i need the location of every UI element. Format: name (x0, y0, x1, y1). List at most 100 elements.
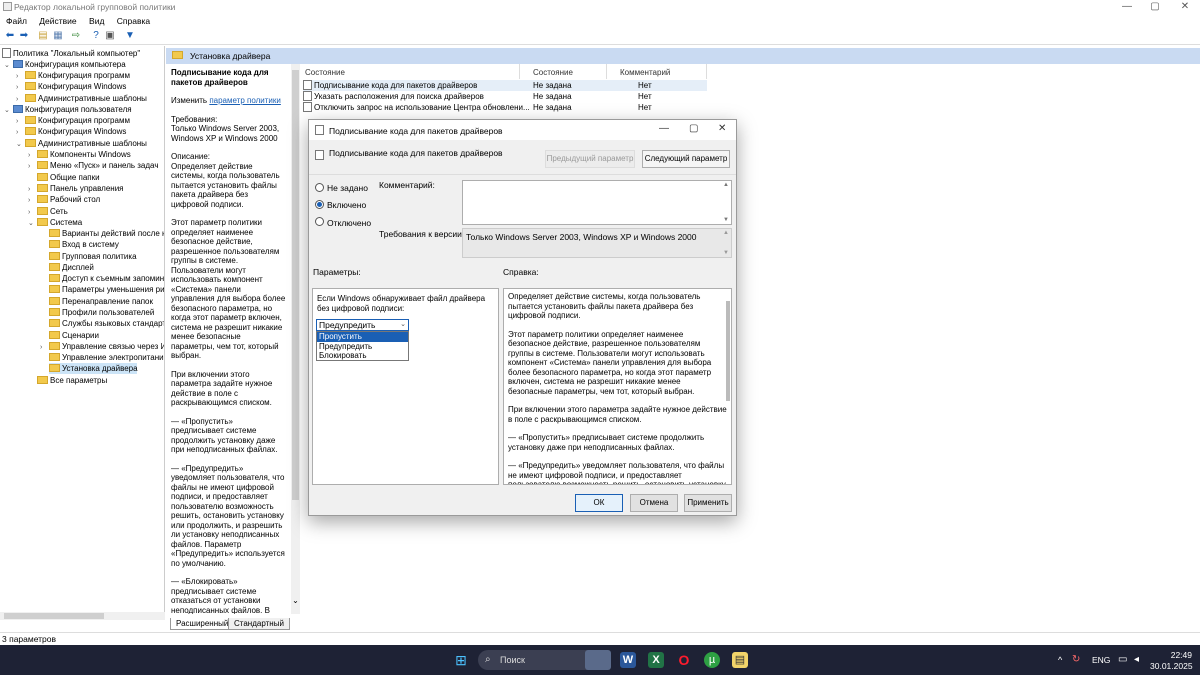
tree-sys-item[interactable]: Вход в систему (40, 239, 119, 250)
prev-setting-button[interactable]: Предыдущий параметр (545, 150, 635, 168)
notepad-icon[interactable]: ▤ (732, 652, 748, 668)
action-dropdown[interactable]: Предупредить ⌄ (316, 319, 409, 331)
word-icon[interactable]: W (620, 652, 636, 668)
tree-shared[interactable]: Общие папки (28, 172, 100, 183)
radio-enabled[interactable] (315, 200, 324, 209)
dropdown-option[interactable]: Блокировать (317, 351, 408, 361)
tree-components[interactable]: › Компоненты Windows (28, 149, 131, 160)
column-header-name[interactable]: Состояние (305, 68, 345, 77)
tree-sys-item[interactable]: Параметры уменьшения рис (40, 284, 164, 295)
clock-time[interactable]: 22:49 (1168, 650, 1192, 660)
chevron-down-icon[interactable]: ⌄ (4, 60, 13, 71)
scroll-down-icon[interactable]: ▼ (723, 250, 729, 256)
search-highlight-icon[interactable] (585, 650, 611, 670)
tab-extended[interactable]: Расширенный (170, 618, 235, 630)
forward-arrow-icon[interactable]: ➡ (18, 30, 30, 42)
tree-sys-item[interactable]: Перенаправление папок (40, 296, 153, 307)
table-row[interactable]: Подписывание кода для пакетов драйверов … (303, 80, 707, 91)
dialog-close-button[interactable]: ✕ (718, 123, 726, 134)
tree-sys-item[interactable]: Профили пользователей (40, 307, 154, 318)
description-scrollbar[interactable]: ⌄ (291, 64, 300, 614)
chevron-right-icon[interactable]: › (28, 195, 37, 206)
tree-system[interactable]: ⌄ Система (28, 217, 82, 228)
start-windows-icon[interactable]: ⊞ (453, 652, 469, 668)
tab-standard[interactable]: Стандартный (228, 618, 290, 630)
filter-icon[interactable]: ▼ (124, 30, 136, 42)
chevron-right-icon[interactable]: › (28, 161, 37, 172)
tree-u-admin[interactable]: ⌄ Административные шаблоны (16, 138, 147, 149)
maximize-button[interactable]: ▢ (1140, 1, 1170, 13)
tree-user[interactable]: ⌄ Конфигурация пользователя (4, 104, 132, 115)
tree-sys-item[interactable]: Управление электропитание (40, 352, 164, 363)
tree-sys-item[interactable]: Сценарии (40, 330, 99, 341)
tree-sys-item[interactable]: Службы языковых стандарт (40, 318, 164, 329)
chevron-down-icon[interactable]: ⌄ (4, 105, 13, 116)
tree-sys-item[interactable]: › Управление связью через И (40, 341, 164, 352)
table-row[interactable]: Указать расположения для поиска драйверо… (303, 91, 707, 102)
table-row[interactable]: Отключить запрос на использование Центра… (303, 102, 707, 113)
next-setting-button[interactable]: Следующий параметр (642, 150, 730, 168)
tree-network[interactable]: › Сеть (28, 206, 68, 217)
ok-button[interactable]: ОК (575, 494, 623, 512)
tree-c-programs[interactable]: › Конфигурация программ (16, 70, 130, 81)
apply-button[interactable]: Применить (684, 494, 732, 512)
network-icon[interactable]: ▭ (1118, 654, 1127, 665)
tree-desktop[interactable]: › Рабочий стол (28, 194, 100, 205)
chevron-right-icon[interactable]: › (16, 82, 25, 93)
close-button[interactable]: ✕ (1170, 1, 1200, 13)
chevron-down-icon[interactable]: ⌄ (400, 320, 406, 330)
column-header-state[interactable]: Состояние (533, 68, 573, 77)
tree-sys-item-selected[interactable]: Установка драйвера (49, 363, 138, 374)
properties-icon[interactable]: ▣ (104, 30, 116, 42)
column-header-comment[interactable]: Комментарий (620, 68, 670, 77)
dropdown-option[interactable]: Пропустить (317, 332, 408, 342)
tree-c-windows[interactable]: › Конфигурация Windows (16, 81, 126, 92)
language-indicator[interactable]: ENG (1092, 655, 1110, 665)
tray-chevron-up-icon[interactable]: ^ (1058, 655, 1062, 665)
sync-icon[interactable]: ↻ (1072, 654, 1080, 665)
opera-icon[interactable]: O (676, 652, 692, 668)
volume-icon[interactable]: ◂ (1134, 654, 1139, 665)
cancel-button[interactable]: Отмена (630, 494, 678, 512)
scroll-down-icon[interactable]: ▼ (723, 217, 729, 223)
tree-sys-item[interactable]: Варианты действий после на (40, 228, 164, 239)
chevron-right-icon[interactable]: › (16, 127, 25, 138)
radio-not-configured[interactable] (315, 183, 324, 192)
dialog-minimize-button[interactable]: — (659, 123, 669, 134)
chevron-down-icon[interactable]: ⌄ (28, 218, 37, 229)
back-arrow-icon[interactable]: ⬅ (4, 30, 16, 42)
up-folder-icon[interactable]: ▤ (37, 30, 49, 42)
help-icon[interactable]: ? (90, 30, 102, 42)
chevron-down-icon[interactable]: ⌄ (16, 139, 25, 150)
tree-u-programs[interactable]: › Конфигурация программ (16, 115, 130, 126)
dialog-maximize-button[interactable]: ▢ (689, 123, 698, 134)
tree-u-windows[interactable]: › Конфигурация Windows (16, 126, 126, 137)
tree-sys-item[interactable]: Доступ к съемным запомина (40, 273, 164, 284)
export-icon[interactable]: ⇨ (70, 30, 82, 42)
tree-c-admin[interactable]: › Административные шаблоны (16, 93, 147, 104)
tree-sys-item[interactable]: Групповая политика (40, 251, 137, 262)
tree-all[interactable]: Все параметры (28, 375, 107, 386)
scroll-up-icon[interactable]: ▲ (723, 182, 729, 188)
tree-sys-item[interactable]: Дисплей (40, 262, 94, 273)
menu-help[interactable]: Справка (117, 14, 150, 28)
scroll-down-icon[interactable]: ⌄ (291, 596, 300, 605)
tree-computer[interactable]: ⌄ Конфигурация компьютера (4, 59, 126, 70)
excel-icon[interactable]: X (648, 652, 664, 668)
minimize-button[interactable]: — (1112, 1, 1142, 13)
tree-controlpanel[interactable]: › Панель управления (28, 183, 124, 194)
menu-action[interactable]: Действие (39, 14, 76, 28)
edit-policy-link[interactable]: параметр политики (209, 96, 281, 105)
scroll-up-icon[interactable]: ▲ (723, 230, 729, 236)
clock-date[interactable]: 30.01.2025 (1150, 661, 1193, 671)
menu-view[interactable]: Вид (89, 14, 104, 28)
help-scrollbar[interactable] (726, 301, 730, 401)
menu-file[interactable]: Файл (6, 14, 27, 28)
tree-root[interactable]: Политика "Локальный компьютер" (2, 48, 140, 59)
radio-disabled[interactable] (315, 217, 324, 226)
tree-scrollbar[interactable] (0, 612, 165, 620)
torrent-icon[interactable]: µ (704, 652, 720, 668)
dropdown-option[interactable]: Предупредить (317, 342, 408, 352)
show-tree-icon[interactable]: ▦ (52, 30, 64, 42)
tree-startmenu[interactable]: › Меню «Пуск» и панель задач (28, 160, 158, 171)
